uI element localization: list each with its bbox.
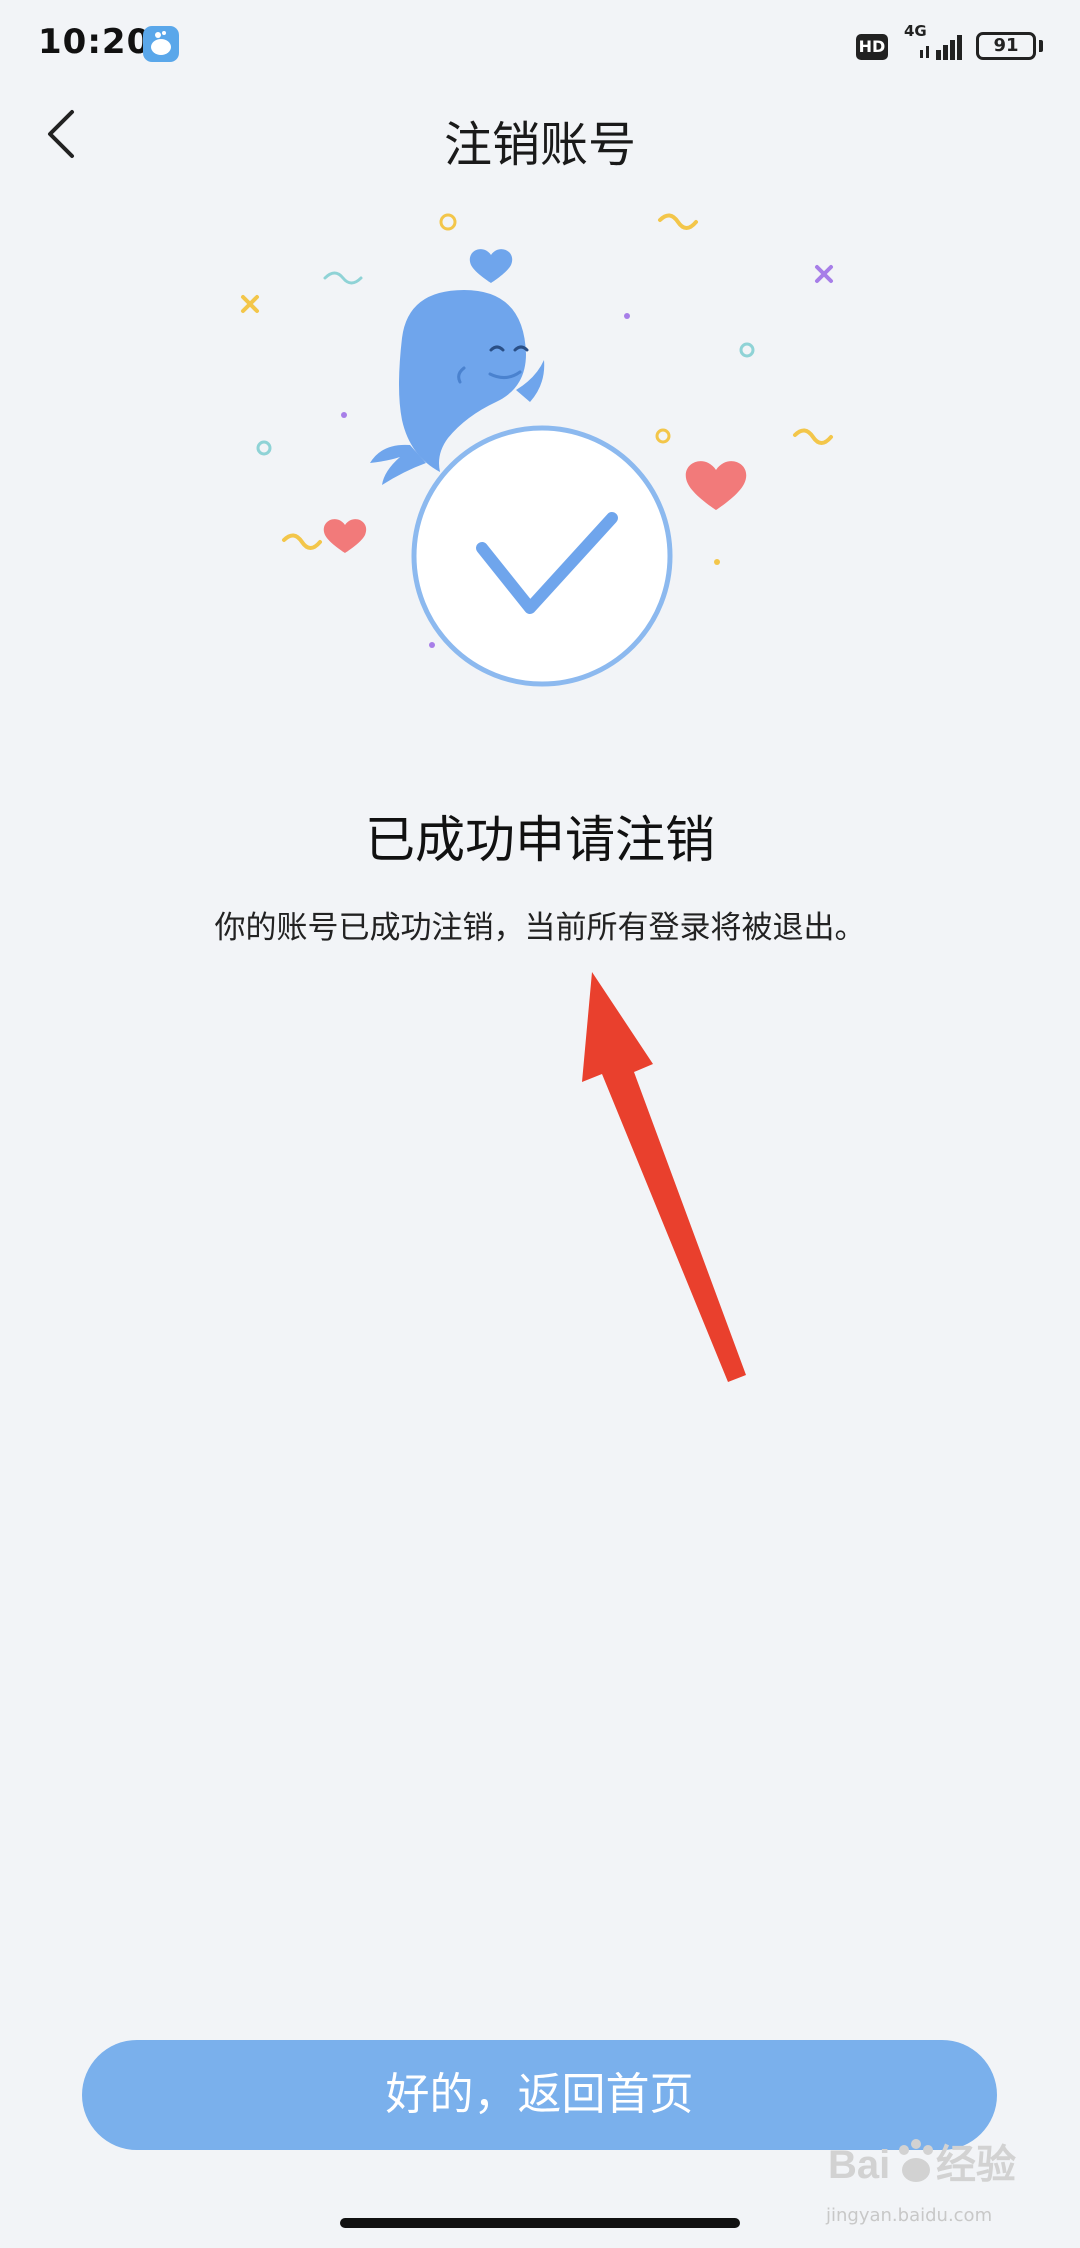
success-description: 你的账号已成功注销，当前所有登录将被退出。	[214, 910, 866, 946]
signal-icon	[920, 35, 962, 60]
status-time: 10:20	[38, 22, 152, 62]
page-title: 注销账号	[443, 117, 636, 173]
app-notification-icon	[143, 26, 179, 62]
annotation-arrow-icon	[582, 972, 746, 1382]
watermark-url: jingyan.baidu.com	[826, 2205, 993, 2226]
battery-tip	[1039, 40, 1043, 52]
success-title: 已成功申请注销	[365, 811, 715, 869]
account-cancellation-success-screen: 10:20 HD 4G 91 注销账号 已成功申请注销 你的账号已成功注销，当前…	[0, 0, 1080, 2248]
hd-badge: HD	[856, 34, 888, 60]
svg-text:Bai: Bai	[828, 2143, 890, 2187]
baidu-jingyan-watermark-logo: Bai 经验	[828, 2139, 1016, 2187]
home-indicator[interactable]	[340, 2218, 740, 2228]
whale-success-illustration	[241, 213, 833, 687]
svg-text:经验: 经验	[936, 2143, 1016, 2187]
battery-indicator: 91	[976, 32, 1036, 60]
status-bar: 10:20 HD 4G 91	[0, 0, 1080, 90]
